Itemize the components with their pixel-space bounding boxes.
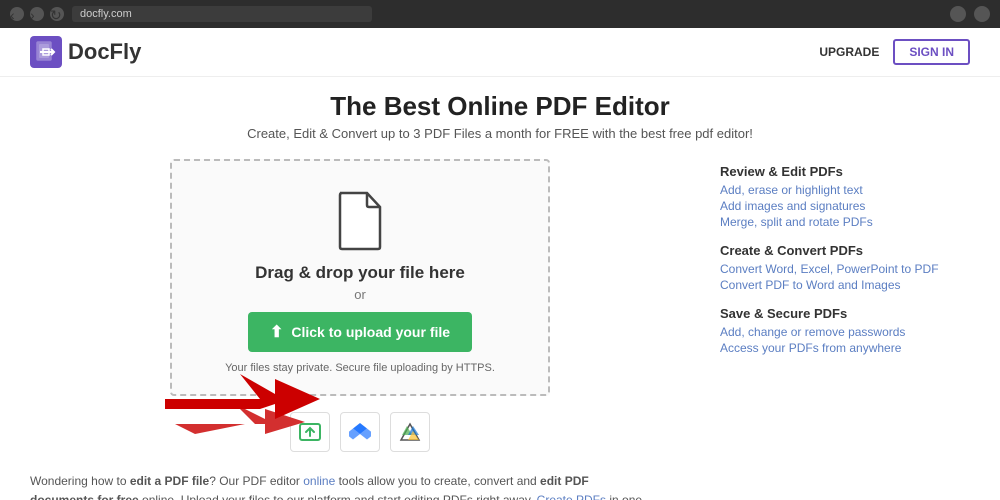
nav-forward[interactable]: › [30, 7, 44, 21]
feature-item: Add images and signatures [720, 199, 970, 213]
feature-review-title: Review & Edit PDFs [720, 164, 970, 179]
feature-save: Save & Secure PDFs Add, change or remove… [720, 306, 970, 355]
feature-item: Add, change or remove passwords [720, 325, 970, 339]
upload-icon: ⬆ [270, 322, 283, 342]
local-upload-icon[interactable] [290, 412, 330, 452]
upload-button-label: Click to upload your file [291, 324, 450, 340]
browser-nav-controls: ‹ › ↻ [10, 7, 64, 21]
browser-account-icon [974, 6, 990, 22]
upgrade-link[interactable]: UPGRADE [819, 45, 879, 59]
dropbox-icon[interactable] [340, 412, 380, 452]
feature-save-title: Save & Secure PDFs [720, 306, 970, 321]
feature-item: Convert Word, Excel, PowerPoint to PDF [720, 262, 970, 276]
bold-edit-pdf: edit a PDF file [130, 474, 209, 488]
logo-text: DocFly [68, 39, 141, 65]
privacy-text: Your files stay private. Secure file upl… [225, 362, 495, 374]
nav-refresh[interactable]: ↻ [50, 7, 64, 21]
feature-review: Review & Edit PDFs Add, erase or highlig… [720, 164, 970, 229]
drag-drop-text: Drag & drop your file here [255, 263, 465, 283]
file-icon [335, 191, 385, 251]
browser-right-icons [950, 6, 990, 22]
hero-title: The Best Online PDF Editor [0, 91, 1000, 122]
browser-chrome: ‹ › ↻ docfly.com [0, 0, 1000, 28]
upload-section: Drag & drop your file here or ⬆ Click to… [30, 159, 690, 452]
feature-item: Convert PDF to Word and Images [720, 278, 970, 292]
or-divider: or [354, 287, 366, 302]
feature-create: Create & Convert PDFs Convert Word, Exce… [720, 243, 970, 292]
logo-icon [30, 36, 62, 68]
cloud-provider-icons [290, 412, 430, 452]
site-header: DocFly UPGRADE SIGN IN [0, 28, 1000, 77]
address-bar[interactable]: docfly.com [72, 6, 372, 22]
main-content: Drag & drop your file here or ⬆ Click to… [0, 149, 1000, 462]
hero-subtitle: Create, Edit & Convert up to 3 PDF Files… [0, 126, 1000, 141]
feature-item: Access your PDFs from anywhere [720, 341, 970, 355]
nav-back[interactable]: ‹ [10, 7, 24, 21]
feature-item: Merge, split and rotate PDFs [720, 215, 970, 229]
feature-create-title: Create & Convert PDFs [720, 243, 970, 258]
create-pdfs-link[interactable]: Create PDFs [537, 493, 606, 500]
upload-dropzone[interactable]: Drag & drop your file here or ⬆ Click to… [170, 159, 550, 396]
page-content: DocFly UPGRADE SIGN IN The Best Online P… [0, 28, 1000, 500]
browser-star-icon [950, 6, 966, 22]
features-sidebar: Review & Edit PDFs Add, erase or highlig… [720, 159, 970, 452]
bottom-description: Wondering how to edit a PDF file? Our PD… [0, 462, 680, 500]
google-drive-icon[interactable] [390, 412, 430, 452]
site-logo: DocFly [30, 36, 141, 68]
feature-item: Add, erase or highlight text [720, 183, 970, 197]
hero-section: The Best Online PDF Editor Create, Edit … [0, 77, 1000, 149]
online-link[interactable]: online [303, 474, 335, 488]
header-actions: UPGRADE SIGN IN [819, 39, 970, 65]
signin-button[interactable]: SIGN IN [893, 39, 970, 65]
upload-button[interactable]: ⬆ Click to upload your file [248, 312, 472, 352]
